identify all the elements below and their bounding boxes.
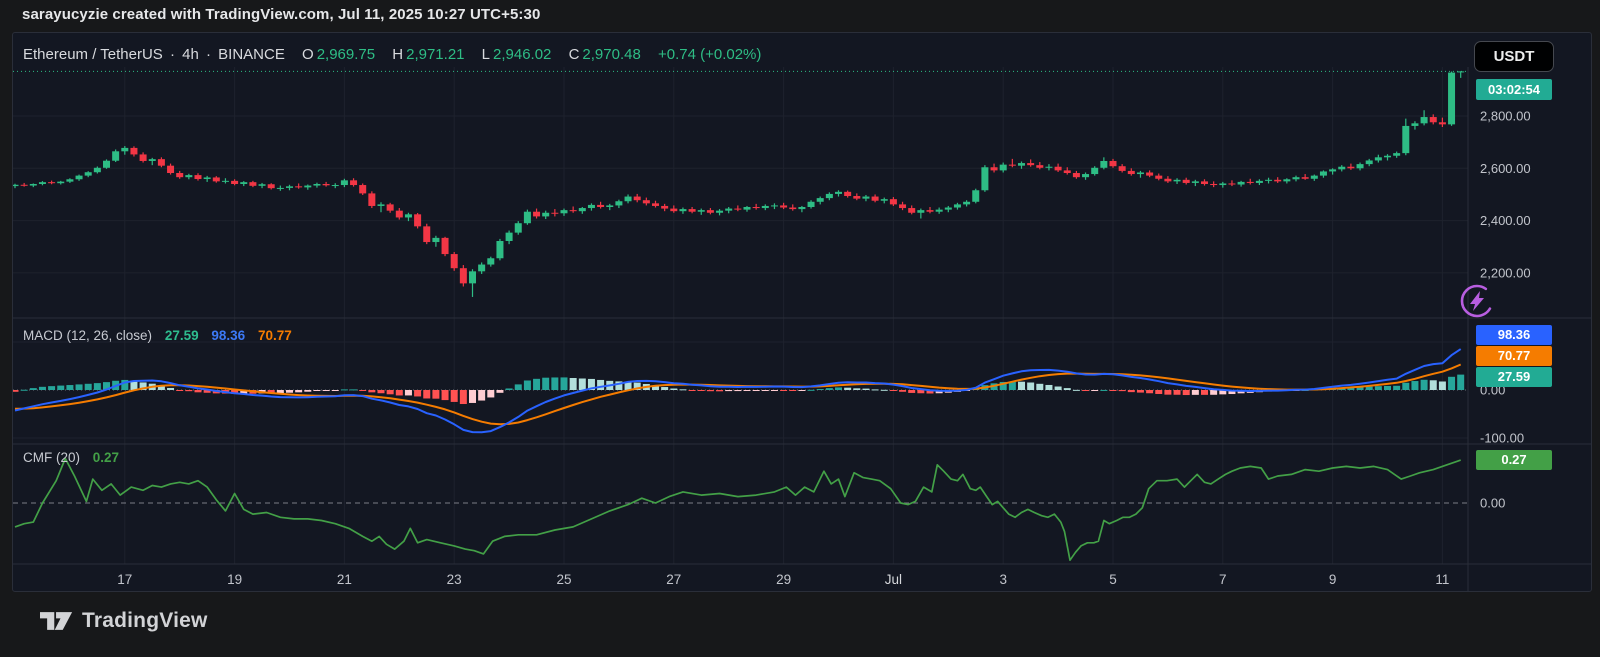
time-tick-label[interactable]: 29: [776, 572, 791, 587]
cmf-tick-label: 0.00: [1480, 496, 1505, 511]
time-tick-label[interactable]: 25: [556, 572, 571, 587]
signal-axis-badge: 70.77: [1476, 346, 1552, 366]
price-tick-label: 2,200.00: [1480, 265, 1531, 280]
macd-line-value: 98.36: [211, 328, 246, 343]
time-tick-label[interactable]: 5: [1109, 572, 1117, 587]
brand-text: TradingView: [82, 609, 208, 632]
bar-countdown-badge: 03:02:54: [1476, 79, 1552, 100]
time-tick-label[interactable]: 23: [447, 572, 462, 587]
exchange-label[interactable]: BINANCE: [218, 46, 285, 63]
price-tick-label: 2,800.00: [1480, 109, 1531, 124]
cmf-value: 0.27: [92, 450, 120, 465]
separator-dot: ·: [169, 46, 175, 63]
macd-title[interactable]: MACD (12, 26, close): [23, 328, 152, 343]
high-value: 2,971.21: [406, 46, 465, 63]
low-value: 2,946.02: [493, 46, 552, 63]
time-tick-label[interactable]: 7: [1219, 572, 1227, 587]
close-label: C: [568, 46, 580, 63]
time-tick-label[interactable]: 21: [337, 572, 352, 587]
symbol-name[interactable]: Ethereum / TetherUS: [23, 46, 163, 63]
symbol-header[interactable]: Ethereum / TetherUS · 4h · BINANCE O 2,96…: [23, 46, 764, 63]
cmf-axis-badge: 0.27: [1476, 450, 1552, 470]
chart-canvas[interactable]: 2,800.00 2,600.00 2,400.00 2,200.00 0.00 -100…: [13, 33, 1591, 591]
macd-hist-value: 27.59: [164, 328, 199, 343]
time-tick-label[interactable]: 17: [117, 572, 132, 587]
screenshot-stage: sarayucyzie created with TradingView.com…: [0, 0, 1600, 657]
boost-lightning-icon[interactable]: [1460, 284, 1494, 318]
interval-label[interactable]: 4h: [182, 46, 199, 63]
grid-lines: [13, 67, 1468, 564]
high-label: H: [392, 46, 404, 63]
change-value: +0.74 (+0.02%): [657, 46, 762, 63]
time-tick-label[interactable]: 9: [1329, 572, 1337, 587]
price-tick-label: 2,400.00: [1480, 213, 1531, 228]
low-label: L: [481, 46, 491, 63]
footer-bar: TradingView: [0, 592, 1600, 657]
time-tick-label[interactable]: 19: [227, 572, 242, 587]
top-bar: sarayucyzie created with TradingView.com…: [0, 0, 1600, 32]
tradingview-logo-icon: [40, 612, 73, 630]
macd-signal-line: [14, 363, 1462, 426]
currency-toggle-button[interactable]: USDT: [1474, 41, 1554, 72]
macd-legend[interactable]: MACD (12, 26, close) 27.59 98.36 70.77: [23, 328, 292, 343]
macd-tick-label: -100.00: [1480, 431, 1524, 446]
tradingview-brand-link[interactable]: TradingView: [40, 609, 208, 633]
time-axis-labels: 17 19 21 23 25 27 29 Jul 3 5 7 9 11: [117, 572, 1449, 587]
time-tick-label[interactable]: 27: [666, 572, 681, 587]
hist-axis-badge: 27.59: [1476, 367, 1552, 387]
candles: [13, 71, 1465, 297]
open-label: O: [302, 46, 314, 63]
price-tick-label: 2,600.00: [1480, 161, 1531, 176]
cmf-title[interactable]: CMF (20): [23, 450, 80, 465]
time-tick-label[interactable]: Jul: [885, 572, 902, 587]
close-value: 2,970.48: [582, 46, 641, 63]
time-tick-label[interactable]: 11: [1435, 572, 1449, 587]
cmf-line: [14, 457, 1461, 562]
macd-signal-value: 70.77: [257, 328, 292, 343]
attribution-text: sarayucyzie created with TradingView.com…: [22, 6, 541, 23]
chart-widget: 2,800.00 2,600.00 2,400.00 2,200.00 0.00 -100…: [12, 32, 1592, 592]
time-tick-label[interactable]: 3: [999, 572, 1007, 587]
open-value: 2,969.75: [316, 46, 376, 63]
separator-dot: ·: [206, 46, 211, 63]
macd-axis-badge: 98.36: [1476, 325, 1552, 345]
cmf-legend[interactable]: CMF (20) 0.27: [23, 450, 119, 465]
